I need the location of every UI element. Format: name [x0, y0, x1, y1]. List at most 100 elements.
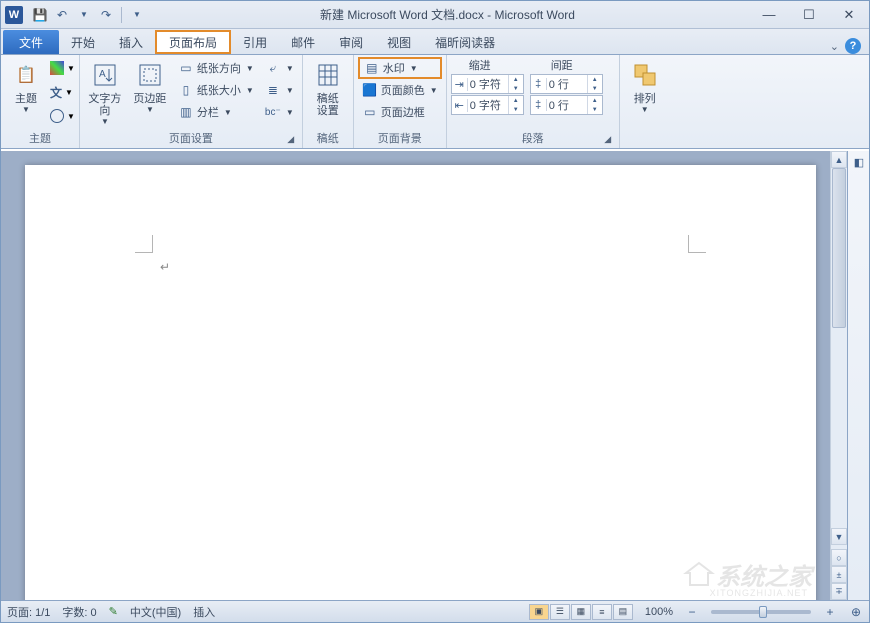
indent-heading: 缩进: [451, 57, 533, 73]
chevron-down-icon: ▼: [65, 88, 73, 97]
browse-object-button[interactable]: ○: [831, 549, 847, 566]
print-layout-view-button[interactable]: ▣: [529, 604, 549, 620]
tab-label: 视图: [387, 34, 411, 51]
zoom-level[interactable]: 100%: [645, 606, 673, 618]
chevron-down-icon[interactable]: ▼: [128, 6, 146, 24]
stepper-up-icon[interactable]: ▲: [588, 96, 602, 105]
minimize-ribbon-icon[interactable]: ⌄: [830, 40, 839, 53]
chevron-down-icon: ▼: [286, 64, 294, 73]
chevron-down-icon: ▼: [286, 86, 294, 95]
tab-insert[interactable]: 插入: [107, 30, 155, 54]
hyphenation-button[interactable]: bc⁻ ▼: [261, 101, 298, 123]
columns-button[interactable]: ▥ 分栏 ▼: [174, 101, 258, 123]
tab-references[interactable]: 引用: [231, 30, 279, 54]
tab-view[interactable]: 视图: [375, 30, 423, 54]
page[interactable]: ↵: [25, 165, 816, 600]
tab-home[interactable]: 开始: [59, 30, 107, 54]
line-numbers-button[interactable]: ≣ ▼: [261, 79, 298, 101]
dialog-launcher-icon[interactable]: ◢: [601, 132, 615, 146]
chevron-down-icon: ▼: [22, 105, 30, 114]
stepper-up-icon[interactable]: ▲: [588, 75, 602, 84]
side-tool-icon[interactable]: ◧: [848, 151, 870, 173]
button-label: 排列: [634, 93, 656, 105]
chevron-down-icon[interactable]: ▼: [75, 6, 93, 24]
tab-label: 邮件: [291, 34, 315, 51]
draft-view-button[interactable]: ▤: [613, 604, 633, 620]
maximize-button[interactable]: ☐: [789, 3, 829, 27]
scroll-down-button[interactable]: ▼: [831, 528, 847, 545]
tab-mailings[interactable]: 邮件: [279, 30, 327, 54]
manuscript-settings-button[interactable]: 稿纸 设置: [307, 57, 349, 119]
group-label: 主题: [5, 129, 75, 146]
theme-colors-button[interactable]: ▼: [50, 57, 75, 79]
prev-page-button[interactable]: ±: [831, 566, 847, 583]
outline-view-button[interactable]: ≡: [592, 604, 612, 620]
effects-icon: [50, 109, 64, 123]
themes-button[interactable]: 📋 主题 ▼: [5, 57, 47, 116]
web-layout-view-button[interactable]: ▦: [571, 604, 591, 620]
vertical-scrollbar[interactable]: ▲ ▼ ○ ± ∓: [830, 151, 847, 600]
group-label: [624, 133, 666, 146]
tab-file[interactable]: 文件: [3, 30, 59, 54]
ribbon: 📋 主题 ▼ ▼ 文▼ ▼ 主题 A 文字方向 ▼: [1, 55, 869, 149]
space-after-input[interactable]: ‡ 0 行 ▲▼: [530, 95, 603, 115]
indent-right-input[interactable]: ⇤ 0 字符 ▲▼: [451, 95, 524, 115]
button-label: 主题: [15, 93, 37, 105]
chevron-down-icon: ▼: [224, 108, 232, 117]
stepper-up-icon[interactable]: ▲: [509, 75, 523, 84]
theme-effects-button[interactable]: ▼: [50, 105, 75, 127]
space-after-icon: ‡: [531, 99, 547, 111]
minimize-button[interactable]: —: [749, 3, 789, 27]
language-indicator[interactable]: 中文(中国): [130, 604, 181, 620]
breaks-icon: ⤶: [265, 60, 281, 76]
dialog-launcher-icon[interactable]: ◢: [284, 132, 298, 146]
page-borders-icon: ▭: [362, 104, 378, 120]
page-indicator[interactable]: 页面: 1/1: [7, 604, 50, 620]
save-icon[interactable]: 💾: [31, 6, 49, 24]
input-value: 0 字符: [468, 97, 508, 113]
document-viewport[interactable]: ↵ 系统之家 XITONGZHIJIA.NET: [1, 151, 830, 600]
page-borders-button[interactable]: ▭ 页面边框: [358, 101, 442, 123]
tab-label: 引用: [243, 34, 267, 51]
arrange-button[interactable]: 排列 ▼: [624, 57, 666, 116]
indent-right-icon: ⇤: [452, 99, 468, 112]
page-size-button[interactable]: ▯ 纸张大小 ▼: [174, 79, 258, 101]
word-count[interactable]: 字数: 0: [62, 604, 96, 620]
tab-foxit-reader[interactable]: 福昕阅读器: [423, 30, 507, 54]
stepper-up-icon[interactable]: ▲: [509, 96, 523, 105]
tab-page-layout[interactable]: 页面布局: [155, 30, 231, 54]
zoom-slider[interactable]: [711, 610, 811, 614]
proofing-status[interactable]: ✎: [109, 605, 118, 618]
page-color-button[interactable]: 🟦 页面颜色 ▼: [358, 79, 442, 101]
close-button[interactable]: ✕: [829, 3, 869, 27]
zoom-slider-thumb[interactable]: [759, 606, 767, 618]
zoom-out-button[interactable]: −: [685, 605, 699, 619]
zoom-fit-button[interactable]: ⊕: [849, 605, 863, 619]
tab-label: 页面布局: [169, 34, 217, 51]
margins-icon: [134, 59, 166, 91]
theme-fonts-button[interactable]: 文▼: [50, 81, 75, 103]
help-icon[interactable]: ?: [845, 38, 861, 54]
scroll-thumb[interactable]: [832, 168, 846, 328]
stepper-down-icon[interactable]: ▼: [509, 105, 523, 114]
watermark-button[interactable]: ▤ 水印 ▼: [358, 57, 442, 79]
space-before-input[interactable]: ‡ 0 行 ▲▼: [530, 74, 603, 94]
stepper-down-icon[interactable]: ▼: [588, 84, 602, 93]
insert-mode[interactable]: 插入: [193, 604, 215, 620]
breaks-button[interactable]: ⤶ ▼: [261, 57, 298, 79]
full-screen-view-button[interactable]: ☰: [550, 604, 570, 620]
tab-review[interactable]: 审阅: [327, 30, 375, 54]
stepper-down-icon[interactable]: ▼: [588, 105, 602, 114]
scroll-up-button[interactable]: ▲: [831, 151, 847, 168]
zoom-in-button[interactable]: +: [823, 605, 837, 619]
stepper-down-icon[interactable]: ▼: [509, 84, 523, 93]
text-direction-button[interactable]: A 文字方向 ▼: [84, 57, 126, 128]
button-label: 纸张大小: [197, 82, 241, 98]
indent-left-input[interactable]: ⇥ 0 字符 ▲▼: [451, 74, 524, 94]
next-page-button[interactable]: ∓: [831, 583, 847, 600]
undo-icon[interactable]: ↶: [53, 6, 71, 24]
scroll-track[interactable]: [831, 168, 847, 528]
margins-button[interactable]: 页边距 ▼: [129, 57, 171, 116]
orientation-button[interactable]: ▭ 纸张方向 ▼: [174, 57, 258, 79]
redo-icon[interactable]: ↷: [97, 6, 115, 24]
